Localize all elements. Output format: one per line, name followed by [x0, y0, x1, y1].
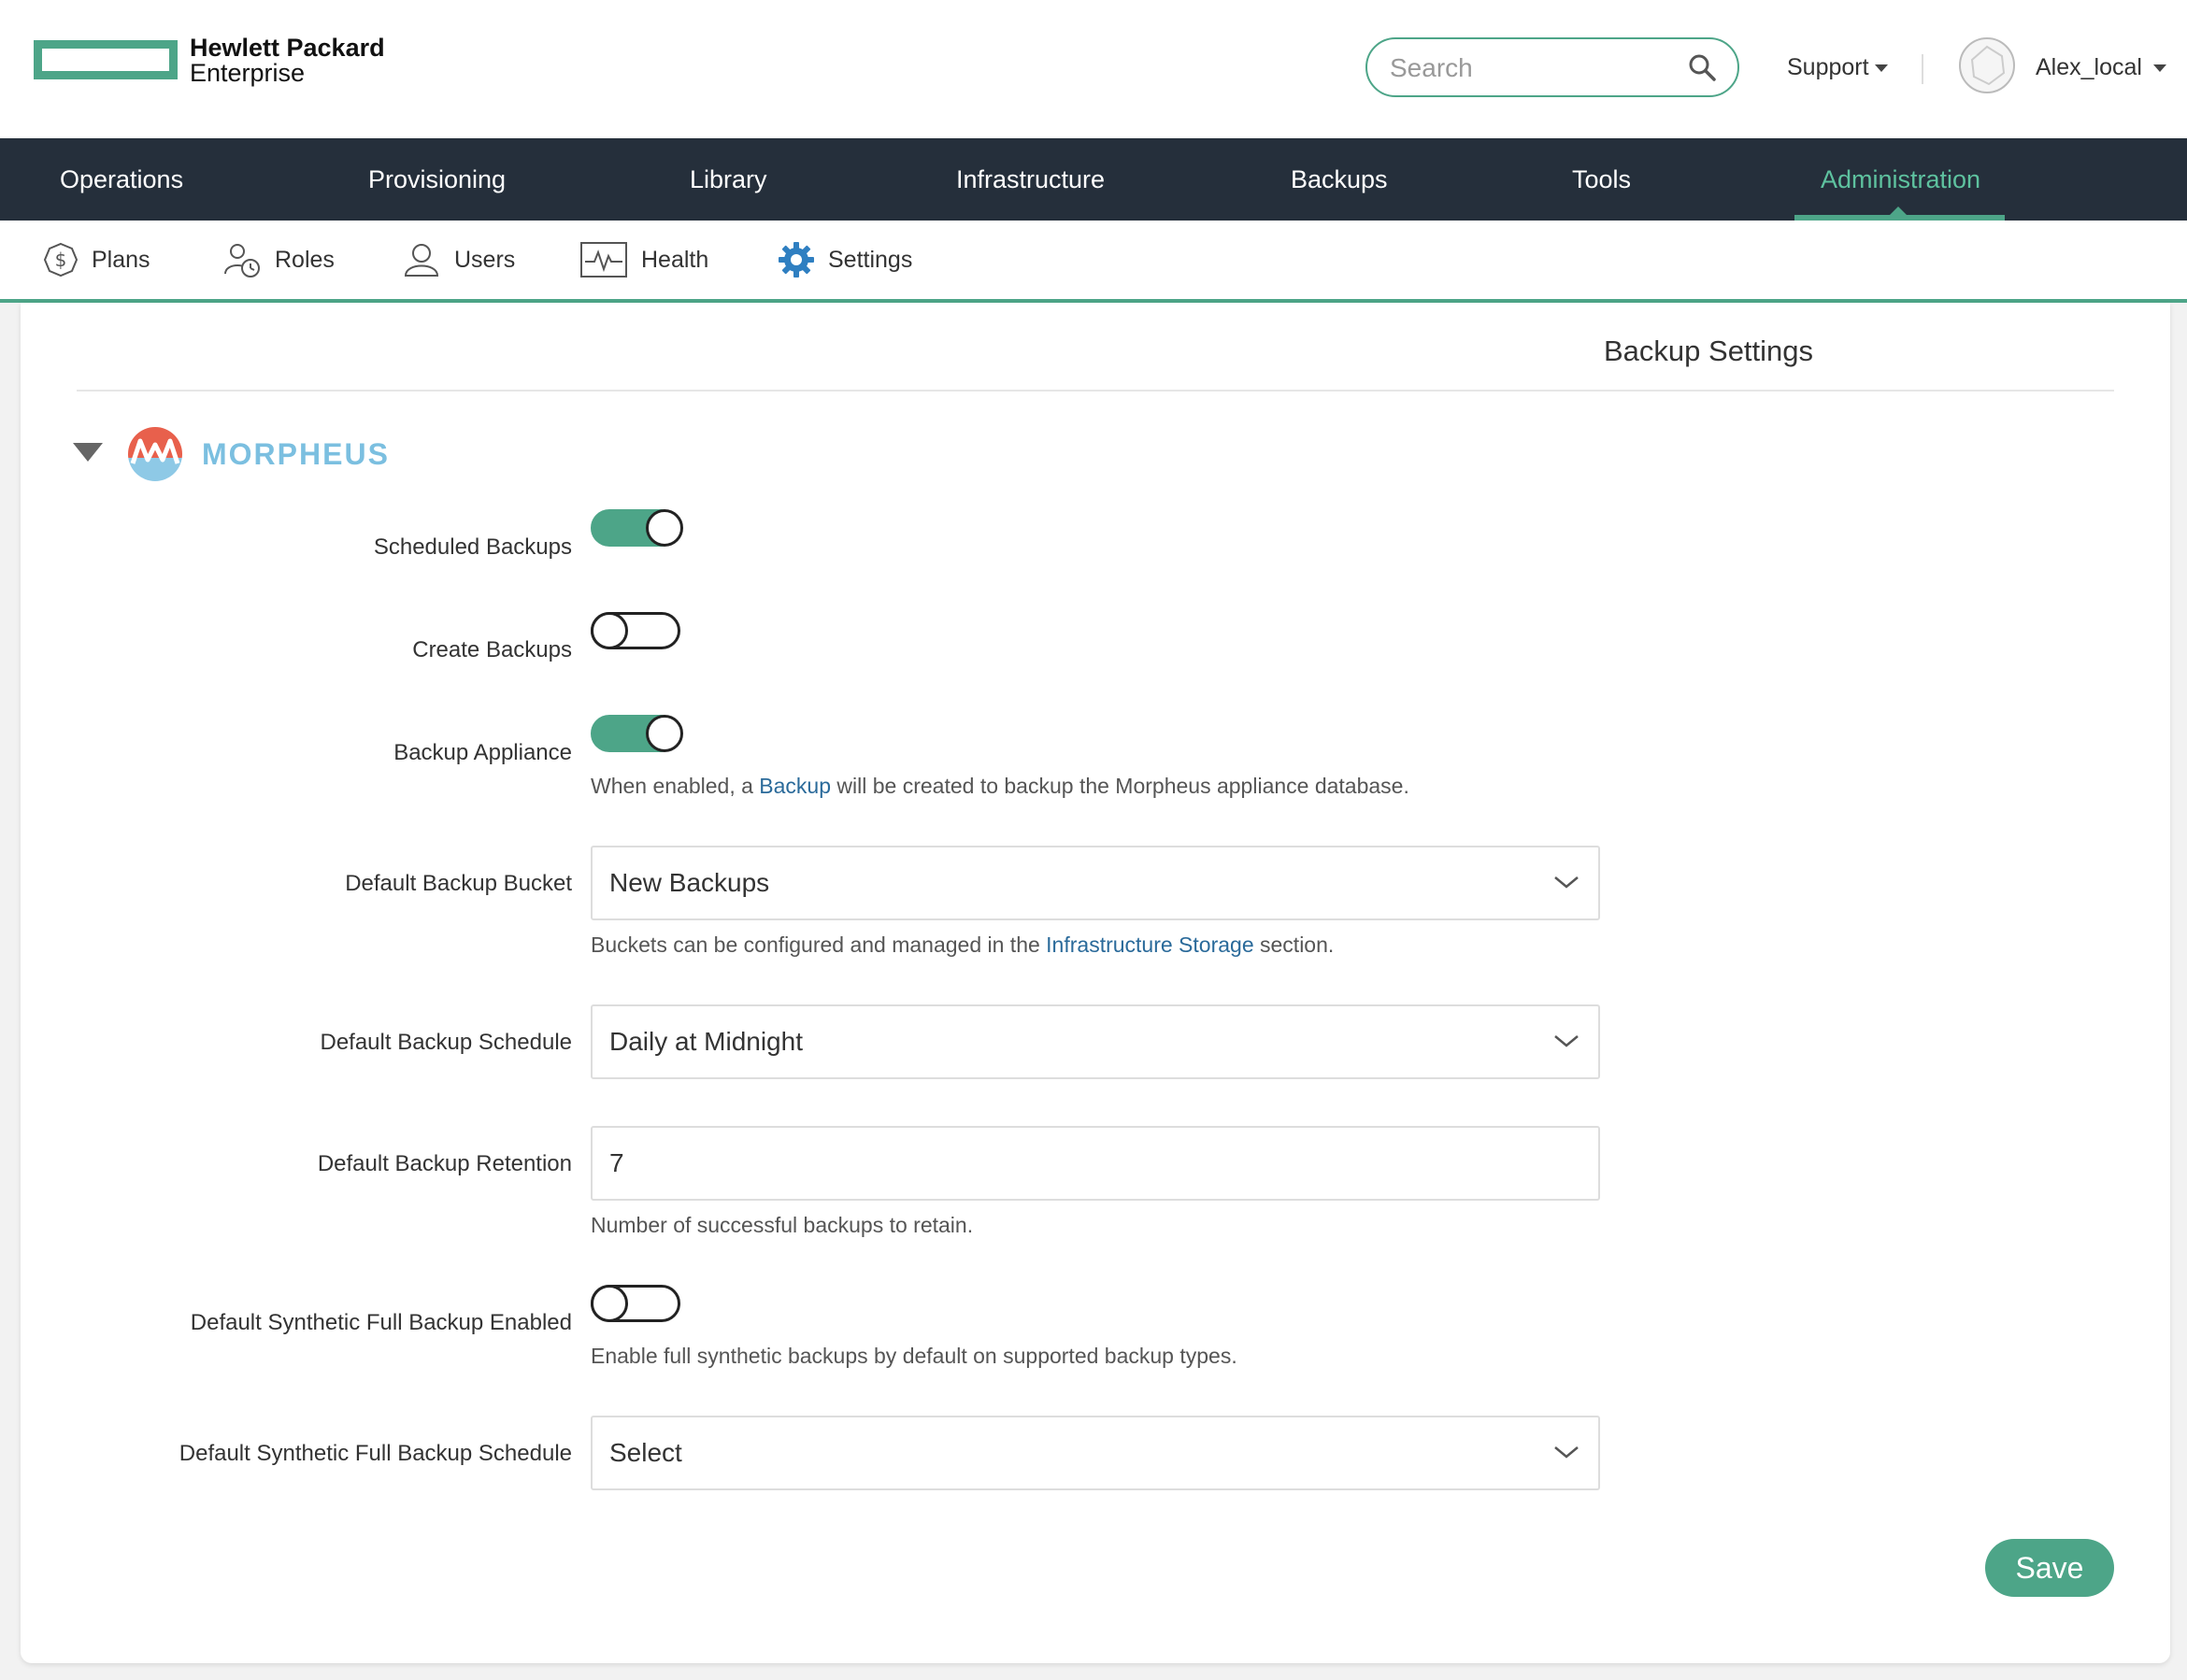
default-bucket-help: Buckets can be configured and managed in…: [591, 933, 1334, 958]
nav-infrastructure[interactable]: Infrastructure: [956, 138, 1105, 221]
subnav-health[interactable]: Health: [579, 237, 708, 282]
backup-appliance-label: Backup Appliance: [393, 740, 572, 765]
search-input[interactable]: [1388, 49, 1681, 88]
collapse-triangle-icon[interactable]: [73, 443, 103, 462]
subnav-users[interactable]: Users: [402, 237, 515, 282]
synthetic-enabled-toggle[interactable]: [591, 1285, 680, 1322]
chevron-down-icon: [1554, 876, 1579, 889]
backup-appliance-toggle[interactable]: [591, 715, 683, 752]
synthetic-enabled-label: Default Synthetic Full Backup Enabled: [190, 1310, 572, 1335]
subnav-settings[interactable]: Settings: [778, 237, 912, 282]
select-value: Daily at Midnight: [609, 1027, 803, 1056]
username: Alex_local: [2036, 54, 2142, 80]
search-icon[interactable]: [1687, 52, 1717, 82]
section-name: MORPHEUS: [202, 437, 390, 471]
nav-operations[interactable]: Operations: [60, 138, 183, 221]
page-title: Backup Settings: [1604, 335, 1814, 367]
save-button[interactable]: Save: [1985, 1539, 2114, 1597]
gear-icon: [779, 242, 814, 278]
title-divider: [77, 390, 2114, 392]
brand-line-2: Enterprise: [190, 59, 306, 87]
toggle-knob: [591, 612, 628, 649]
default-schedule-label: Default Backup Schedule: [320, 1030, 572, 1055]
select-value: New Backups: [609, 868, 770, 897]
default-retention-label: Default Backup Retention: [317, 1151, 572, 1176]
support-label: Support: [1787, 54, 1869, 80]
infrastructure-storage-link[interactable]: Infrastructure Storage: [1046, 933, 1253, 957]
morpheus-logo-icon: [128, 427, 182, 481]
brand-name: Hewlett Packard Enterprise: [190, 36, 385, 86]
subnav-plans-label: Plans: [92, 246, 150, 273]
default-bucket-label: Default Backup Bucket: [345, 871, 572, 896]
backup-link[interactable]: Backup: [759, 774, 831, 798]
avatar[interactable]: [1959, 37, 2015, 93]
help-text: section.: [1253, 933, 1335, 957]
scheduled-backups-toggle[interactable]: [591, 509, 683, 547]
subnav-roles-label: Roles: [275, 246, 335, 273]
hpe-logo-icon[interactable]: [34, 40, 178, 79]
toggle-knob: [591, 1285, 628, 1322]
create-backups-label: Create Backups: [412, 637, 572, 662]
avatar-placeholder-icon: [1970, 45, 2006, 86]
synthetic-enabled-help: Enable full synthetic backups by default…: [591, 1344, 1237, 1368]
subnav-users-label: Users: [454, 246, 516, 273]
subnav-settings-label: Settings: [828, 246, 913, 273]
synthetic-schedule-select[interactable]: Select: [591, 1416, 1600, 1490]
input-value: 7: [609, 1148, 624, 1177]
chevron-down-icon: [1554, 1035, 1579, 1047]
user-icon: [404, 244, 439, 277]
svg-text:$: $: [55, 249, 67, 271]
nav-provisioning[interactable]: Provisioning: [368, 138, 506, 221]
chevron-down-icon: [1554, 1446, 1579, 1459]
support-menu[interactable]: Support: [1787, 54, 1888, 81]
nav-backups[interactable]: Backups: [1291, 138, 1388, 221]
default-retention-help: Number of successful backups to retain.: [591, 1213, 974, 1237]
user-menu[interactable]: Alex_local: [2036, 54, 2166, 81]
nav-active-notch: [1889, 206, 1908, 216]
synthetic-schedule-label: Default Synthetic Full Backup Schedule: [179, 1441, 572, 1466]
main-nav: Operations Provisioning Library Infrastr…: [0, 138, 2187, 221]
sub-nav: $ Plans Roles Users Health Settings: [0, 221, 2187, 303]
default-retention-input[interactable]: 7: [591, 1126, 1600, 1201]
chevron-down-icon: [2152, 64, 2166, 72]
dollar-icon: $: [43, 242, 79, 278]
toggle-knob: [646, 715, 683, 752]
toggle-knob: [646, 509, 683, 547]
pulse-icon: [580, 242, 627, 278]
help-text: will be created to backup the Morpheus a…: [831, 774, 1409, 798]
top-header: Hewlett Packard Enterprise Support Alex_…: [0, 0, 2187, 138]
default-bucket-select[interactable]: New Backups: [591, 846, 1600, 920]
header-divider: [1922, 54, 1923, 84]
scheduled-backups-label: Scheduled Backups: [373, 534, 572, 560]
chevron-down-icon: [1874, 64, 1888, 72]
backup-appliance-help: When enabled, a Backup will be created t…: [591, 774, 1409, 799]
subnav-roles[interactable]: Roles: [222, 237, 335, 282]
roles-icon: [224, 244, 260, 278]
nav-tools[interactable]: Tools: [1572, 138, 1631, 221]
help-text: Buckets can be configured and managed in…: [591, 933, 1047, 957]
subnav-plans[interactable]: $ Plans: [43, 237, 150, 282]
create-backups-toggle[interactable]: [591, 612, 680, 649]
subnav-health-label: Health: [641, 246, 709, 273]
nav-library[interactable]: Library: [690, 138, 767, 221]
help-text: When enabled, a: [591, 774, 760, 798]
search-box: [1365, 37, 1739, 97]
default-schedule-select[interactable]: Daily at Midnight: [591, 1004, 1600, 1079]
brand-line-1: Hewlett Packard: [190, 34, 385, 62]
select-value: Select: [609, 1438, 682, 1467]
